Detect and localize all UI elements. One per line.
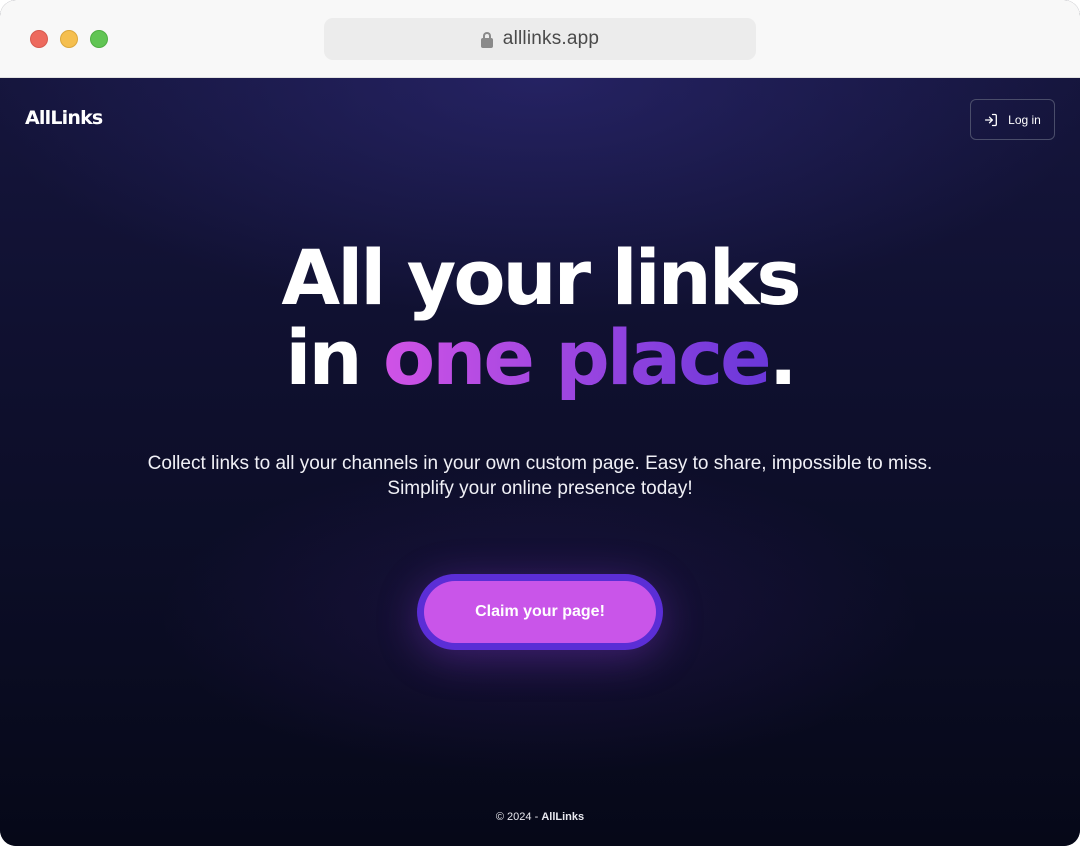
hero-line-2-prefix: in xyxy=(285,313,384,402)
footer: © 2024 - AllLinks xyxy=(0,811,1080,823)
minimize-window-button[interactable] xyxy=(60,30,78,48)
close-window-button[interactable] xyxy=(30,30,48,48)
hero-accent-text: one place xyxy=(383,313,772,402)
footer-brand: AllLinks xyxy=(541,811,585,823)
hero-subtitle: Collect links to all your channels in yo… xyxy=(0,451,1080,501)
login-arrow-icon xyxy=(985,113,998,126)
lock-icon xyxy=(480,32,493,48)
login-label: Log in xyxy=(1008,112,1041,127)
subtitle-line-1: Collect links to all your channels in yo… xyxy=(147,453,933,474)
maximize-window-button[interactable] xyxy=(90,30,108,48)
login-button[interactable]: Log in xyxy=(970,99,1055,140)
footer-copyright: © 2024 - xyxy=(495,811,542,823)
landing-page: AllLinks Log in All your links in one pl… xyxy=(0,78,1080,846)
site-logo[interactable]: AllLinks xyxy=(25,107,103,129)
hero-line-2-suffix: . xyxy=(768,313,798,402)
claim-page-button[interactable]: Claim your page! xyxy=(424,581,656,643)
url-text: alllinks.app xyxy=(502,28,600,49)
hero-headline: All your links in one place. xyxy=(0,238,1080,398)
hero-line-2: in one place. xyxy=(0,318,1080,398)
subtitle-line-2: Simplify your online presence today! xyxy=(387,478,693,499)
browser-titlebar: alllinks.app xyxy=(0,0,1080,78)
address-bar[interactable]: alllinks.app xyxy=(324,18,756,60)
browser-window: alllinks.app AllLinks Log in All your li… xyxy=(0,0,1080,846)
hero-line-1: All your links xyxy=(281,233,801,322)
